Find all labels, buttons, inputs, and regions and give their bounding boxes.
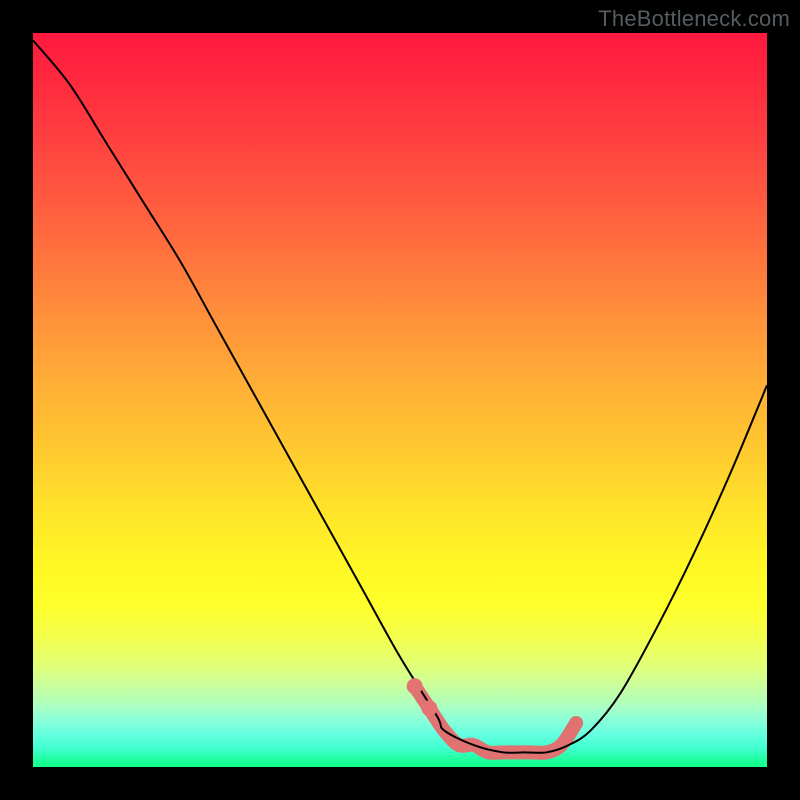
bottleneck-curve	[33, 40, 767, 753]
watermark-text: TheBottleneck.com	[598, 6, 790, 32]
plot-area	[33, 33, 767, 767]
highlight-dot	[407, 678, 423, 694]
highlight-dot	[421, 700, 437, 716]
curve-layer	[33, 33, 767, 767]
chart-frame: TheBottleneck.com	[0, 0, 800, 800]
